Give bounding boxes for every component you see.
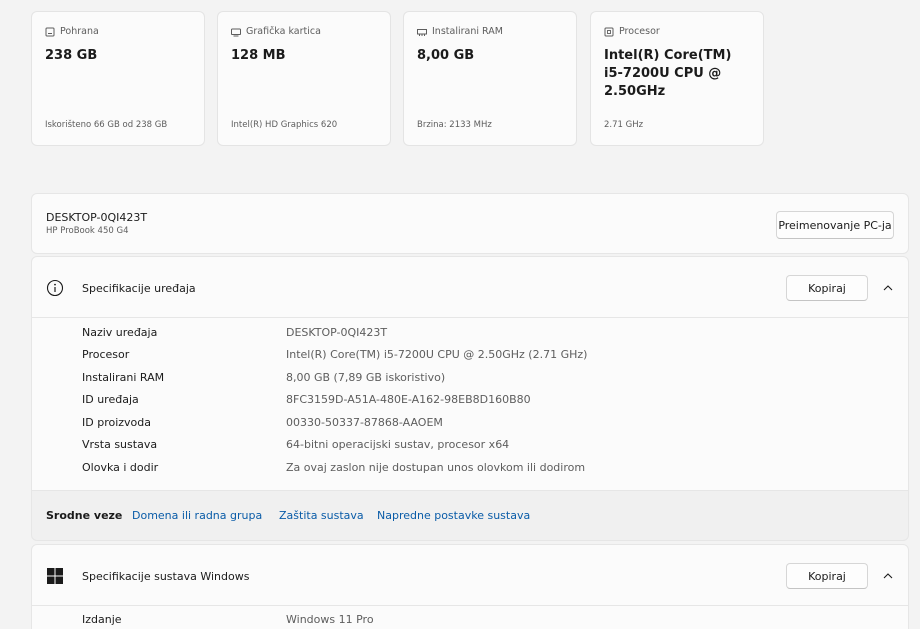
- info-icon: [46, 279, 64, 297]
- spec-value: 00330-50337-87868-AAOEM: [286, 416, 443, 429]
- gpu-sub: Intel(R) HD Graphics 620: [231, 120, 338, 130]
- windows-specs-header[interactable]: Specifikacije sustava Windows Kopiraj: [31, 544, 909, 606]
- spec-row-device-name: Naziv uređaja DESKTOP-0QI423T: [82, 326, 387, 342]
- spec-label: Procesor: [82, 348, 130, 361]
- cpu-sub: 2.71 GHz: [604, 120, 644, 130]
- storage-value: 238 GB: [45, 48, 98, 63]
- system-protection-link[interactable]: Zaštita sustava: [279, 509, 364, 522]
- ram-icon: [417, 28, 427, 36]
- cpu-card: Procesor Intel(R) Core(TM) i5-7200U CPU …: [590, 11, 764, 146]
- domain-workgroup-link[interactable]: Domena ili radna grupa: [132, 509, 262, 522]
- spec-row-pen-touch: Olovka i dodir Za ovaj zaslon nije dostu…: [82, 461, 585, 477]
- device-specs-header[interactable]: Specifikacije uređaja Kopiraj: [31, 256, 909, 318]
- ram-value: 8,00 GB: [417, 48, 475, 63]
- copy-windows-specs-button[interactable]: Kopiraj: [786, 563, 868, 589]
- ram-card: Instalirani RAM 8,00 GB Brzina: 2133 MHz: [403, 11, 577, 146]
- spec-label: Naziv uređaja: [82, 326, 158, 339]
- pc-model: HP ProBook 450 G4: [46, 226, 129, 236]
- spec-label: ID proizvoda: [82, 416, 151, 429]
- device-specs-list: Naziv uređaja DESKTOP-0QI423T Procesor I…: [31, 318, 909, 490]
- spec-value: 64-bitni operacijski sustav, procesor x6…: [286, 438, 510, 451]
- gpu-icon: [231, 28, 241, 36]
- spec-label: ID uređaja: [82, 393, 139, 406]
- chevron-up-icon[interactable]: [882, 283, 894, 293]
- windows-logo-icon: [47, 568, 63, 584]
- spec-value: 8FC3159D-A51A-480E-A162-98EB8D160B80: [286, 393, 531, 406]
- spec-label: Olovka i dodir: [82, 461, 159, 474]
- spec-label: Vrsta sustava: [82, 438, 158, 451]
- spec-row-product-id: ID proizvoda 00330-50337-87868-AAOEM: [82, 416, 443, 432]
- spec-row-device-id: ID uređaja 8FC3159D-A51A-480E-A162-98EB8…: [82, 393, 531, 409]
- spec-value: Za ovaj zaslon nije dostupan unos olovko…: [286, 461, 586, 474]
- related-links-bar: Srodne veze Domena ili radna grupa Zašti…: [31, 490, 909, 541]
- spec-label: Instalirani RAM: [82, 371, 165, 384]
- spec-value: 8,00 GB (7,89 GB iskoristivo): [286, 371, 446, 384]
- storage-sub: Iskorišteno 66 GB od 238 GB: [45, 120, 168, 130]
- gpu-caption: Grafička kartica: [246, 26, 321, 37]
- cpu-caption: Procesor: [619, 26, 660, 37]
- copy-device-specs-button[interactable]: Kopiraj: [786, 275, 868, 301]
- spec-row-edition: Izdanje Windows 11 Pro: [82, 613, 374, 629]
- storage-caption: Pohrana: [60, 26, 99, 37]
- cpu-icon: [604, 27, 614, 36]
- cpu-value: Intel(R) Core(TM) i5-7200U CPU @ 2.50GHz: [604, 48, 732, 99]
- gpu-value: 128 MB: [231, 48, 286, 63]
- spec-row-system-type: Vrsta sustava 64-bitni operacijski susta…: [82, 438, 509, 454]
- ram-sub: Brzina: 2133 MHz: [417, 120, 492, 130]
- advanced-system-settings-link[interactable]: Napredne postavke sustava: [377, 509, 530, 522]
- windows-specs-list: Izdanje Windows 11 Pro: [31, 606, 909, 629]
- windows-specs-title: Specifikacije sustava Windows: [82, 570, 250, 583]
- related-links-label: Srodne veze: [46, 509, 123, 522]
- spec-row-processor: Procesor Intel(R) Core(TM) i5-7200U CPU …: [82, 348, 587, 364]
- ram-caption: Instalirani RAM: [432, 26, 503, 37]
- storage-icon: [45, 27, 55, 36]
- spec-label: Izdanje: [82, 613, 122, 626]
- spec-value: DESKTOP-0QI423T: [286, 326, 388, 339]
- spec-value: Windows 11 Pro: [286, 613, 374, 626]
- pc-name: DESKTOP-0QI423T: [46, 211, 148, 224]
- spec-row-ram: Instalirani RAM 8,00 GB (7,89 GB iskoris…: [82, 371, 445, 387]
- pc-name-panel: DESKTOP-0QI423T HP ProBook 450 G4 Preime…: [31, 193, 909, 254]
- device-specs-title: Specifikacije uređaja: [82, 282, 196, 295]
- spec-value: Intel(R) Core(TM) i5-7200U CPU @ 2.50GHz…: [286, 348, 588, 361]
- storage-card: Pohrana 238 GB Iskorišteno 66 GB od 238 …: [31, 11, 205, 146]
- chevron-up-icon[interactable]: [882, 571, 894, 581]
- rename-pc-button[interactable]: Preimenovanje PC-ja: [776, 211, 894, 239]
- gpu-card: Grafička kartica 128 MB Intel(R) HD Grap…: [217, 11, 391, 146]
